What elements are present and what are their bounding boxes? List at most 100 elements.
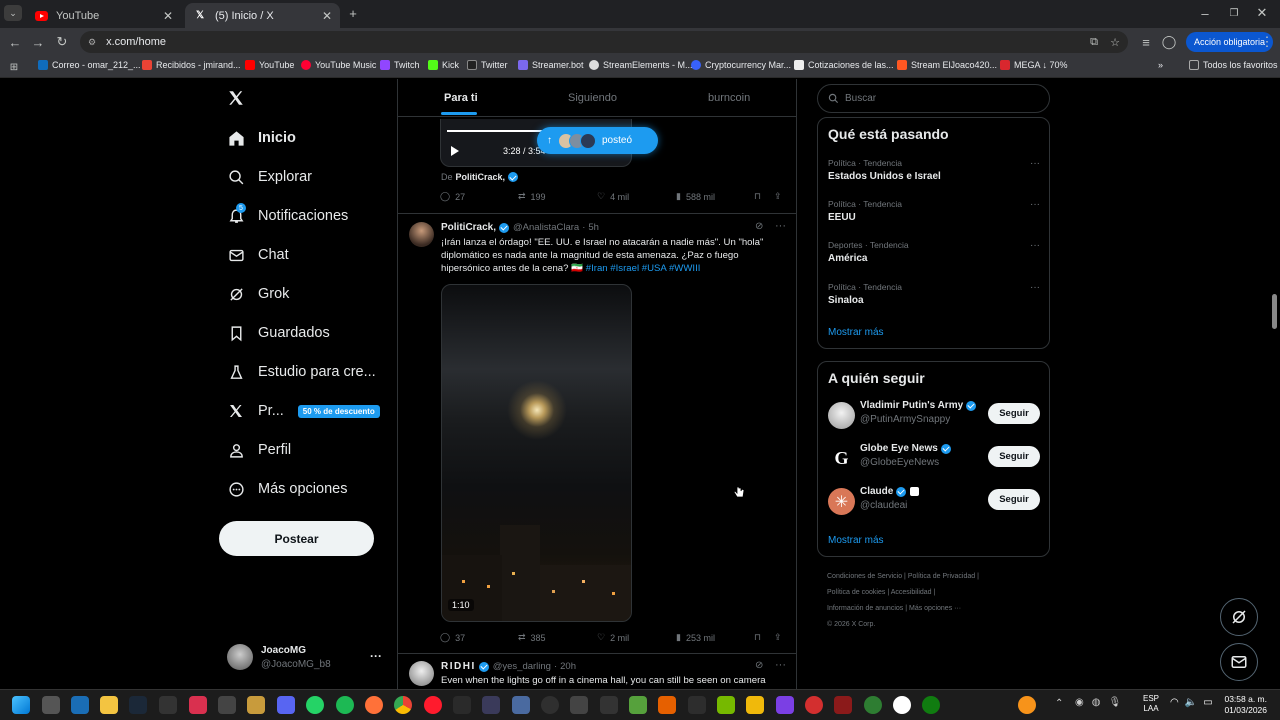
reply-button[interactable]: ◯ 37 (440, 632, 465, 643)
apps-grid-icon[interactable]: ⊞ (5, 58, 23, 76)
discord-icon[interactable] (277, 696, 295, 714)
app-icon[interactable] (893, 696, 911, 714)
nav-grok[interactable]: Grok (227, 281, 289, 307)
trend-more-icon[interactable]: ··· (1030, 199, 1040, 210)
like-button[interactable]: ♡ 4 mil (597, 191, 629, 202)
play-icon[interactable] (451, 146, 459, 156)
search-input[interactable]: Buscar (817, 84, 1050, 113)
trend-more-icon[interactable]: ··· (1030, 158, 1040, 169)
nav-home[interactable]: Inicio (227, 125, 296, 151)
bookmark-item[interactable]: Recibidos - jmirand... (142, 60, 241, 70)
grok-icon[interactable]: ⊘ (755, 660, 763, 671)
app-icon[interactable] (688, 696, 706, 714)
source-name[interactable]: PolitiCrack, (456, 172, 506, 182)
nav-premium[interactable]: Pr... 50 % de descuento (227, 398, 380, 424)
app-icon[interactable] (600, 696, 618, 714)
forward-button[interactable]: → (29, 33, 47, 51)
app-icon[interactable] (805, 696, 823, 714)
bookmark-item[interactable]: YouTube (245, 60, 294, 70)
tab-youtube[interactable]: YouTube ✕ (26, 3, 181, 28)
tab-x-home[interactable]: 𝕏 (5) Inicio / X ✕ (185, 3, 340, 28)
follow-button[interactable]: Seguir (988, 489, 1040, 510)
messages-fab-button[interactable] (1220, 643, 1258, 681)
app-icon[interactable] (189, 696, 207, 714)
app-icon[interactable] (453, 696, 471, 714)
follow-button[interactable]: Seguir (988, 403, 1040, 424)
app-icon[interactable] (570, 696, 588, 714)
nav-chat[interactable]: Chat (227, 242, 289, 268)
chrome-icon[interactable] (394, 696, 412, 714)
close-tab-icon[interactable]: ✕ (322, 9, 332, 23)
account-more-icon[interactable]: ··· (370, 649, 382, 663)
footer-link[interactable]: Más opciones ··· (909, 605, 961, 612)
bookmark-item[interactable]: Cotizaciones de las... (794, 60, 894, 70)
app-icon[interactable] (247, 696, 265, 714)
nav-profile[interactable]: Perfil (227, 437, 291, 463)
nvidia-icon[interactable] (717, 696, 735, 714)
bookmarks-overflow-icon[interactable]: » (1158, 60, 1163, 70)
firefox-icon[interactable] (365, 696, 383, 714)
app-icon[interactable] (776, 696, 794, 714)
tab-for-you[interactable]: Para ti (444, 92, 478, 104)
url-bar[interactable]: ⚙ x.com/home ⧉ ☆ (80, 31, 1128, 53)
more-icon[interactable]: ··· (775, 659, 786, 671)
tab-following[interactable]: Siguiendo (568, 92, 617, 104)
trend-more-icon[interactable]: ··· (1030, 282, 1040, 293)
tweet[interactable]: RIDHI @yes_darling · 20h ⊘ ··· Even when… (398, 654, 796, 689)
reload-button[interactable]: ↻ (53, 33, 71, 51)
repost-button[interactable]: ⇄ 385 (518, 632, 546, 643)
whatsapp-icon[interactable] (306, 696, 324, 714)
post-button[interactable]: Postear (219, 521, 374, 556)
bookmark-item[interactable]: Twitch (380, 60, 420, 70)
language-indicator[interactable]: ESP LAA (1143, 694, 1159, 714)
nav-explore[interactable]: Explorar (227, 164, 312, 190)
task-view-icon[interactable] (42, 696, 60, 714)
new-tab-button[interactable]: + (344, 4, 362, 22)
restore-button[interactable]: ❐ (1225, 4, 1243, 22)
bookmark-item[interactable]: Cryptocurrency Mar... (691, 60, 791, 70)
binance-icon[interactable] (746, 696, 764, 714)
bookmark-item[interactable]: Stream ElJoaco420... (897, 60, 997, 70)
grok-icon[interactable]: ⊘ (755, 221, 763, 232)
bookmark-item[interactable]: Twitter (467, 60, 508, 70)
file-explorer-icon[interactable] (100, 696, 118, 714)
all-favorites-folder[interactable]: Todos los favoritos (1189, 60, 1278, 70)
show-more-link[interactable]: Mostrar más (828, 327, 884, 338)
tray-icons[interactable]: ◉ ◍ 🎙 (1075, 697, 1145, 713)
tweet-time[interactable]: 5h (588, 222, 599, 233)
clock[interactable]: 03:58 a. m. 01/03/2026 (1222, 694, 1267, 716)
nav-more-options[interactable]: Más opciones (227, 476, 347, 502)
avatar[interactable] (409, 661, 434, 686)
author-handle[interactable]: @AnalistaClara (513, 222, 579, 233)
trend-item[interactable]: Política · Tendencia Sinaloa ··· (828, 282, 1040, 306)
menu-kebab-icon[interactable]: ⋮ (1258, 33, 1276, 51)
footer-link[interactable]: Política de cookies (827, 589, 885, 596)
media-controls-icon[interactable]: ≡ (1137, 33, 1155, 51)
minimize-button[interactable]: – (1196, 4, 1214, 22)
tray-overflow-icon[interactable]: ⌃ (1055, 698, 1063, 709)
grok-fab-button[interactable] (1220, 598, 1258, 636)
trend-item[interactable]: Política · Tendencia EEUU ··· (828, 199, 1040, 223)
close-tab-icon[interactable]: ✕ (163, 9, 173, 23)
xbox-icon[interactable] (922, 696, 940, 714)
views-button[interactable]: ▮ 253 mil (676, 632, 715, 643)
bookmark-item[interactable]: Streamer.bot (518, 60, 584, 70)
like-button[interactable]: ♡ 2 mil (597, 632, 629, 643)
follow-suggestion[interactable]: Vladimir Putin's Army @PutinArmySnappy S… (828, 400, 1040, 434)
bookmark-item[interactable]: MEGA ↓ 70% (1000, 60, 1068, 70)
bookmark-item[interactable]: Correo - omar_212_... (38, 60, 141, 70)
tab-burncoin[interactable]: burncoin (708, 92, 750, 104)
opera-icon[interactable] (424, 696, 442, 714)
trend-more-icon[interactable]: ··· (1030, 240, 1040, 251)
steam-icon[interactable] (129, 696, 147, 714)
bookmark-item[interactable]: YouTube Music (301, 60, 376, 70)
trend-item[interactable]: Política · Tendencia Estados Unidos e Is… (828, 158, 1040, 182)
app-icon[interactable] (658, 696, 676, 714)
follow-suggestion[interactable]: G Globe Eye News @GlobeEyeNews Seguir (828, 443, 1040, 477)
author-name[interactable]: RIDHI (441, 661, 476, 672)
spotify-icon[interactable] (336, 696, 354, 714)
close-window-button[interactable]: ✕ (1253, 4, 1271, 22)
system-tray-status[interactable]: ◠ 🔈 ▭ (1170, 697, 1213, 708)
bookmark-button[interactable]: ⊓ (754, 191, 761, 202)
page-scrollbar[interactable] (1272, 294, 1277, 329)
